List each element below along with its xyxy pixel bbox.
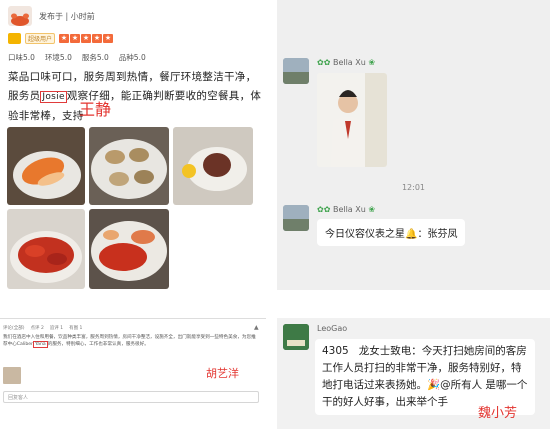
star-icon: ★	[59, 34, 70, 43]
review-photo[interactable]	[89, 127, 169, 205]
score-service: 服务5.0	[81, 53, 109, 62]
shared-photo[interactable]	[317, 73, 387, 167]
message-text: ：张芬凤	[417, 229, 458, 240]
review-photo[interactable]	[7, 127, 85, 205]
review-card: 发布于 | 小时前 超级用户 ★ ★ ★ ★ ★ 口味5.0 环境5.0 服务5…	[0, 0, 268, 305]
review-username: 发布于 | 小时前	[39, 11, 95, 21]
sender-name: LeoGao	[317, 324, 348, 333]
badge-label: 超级用户	[25, 33, 56, 44]
highlighted-staff-name: Josie	[40, 91, 67, 103]
tab-with-photos[interactable]: 有图 1	[69, 325, 82, 331]
staff-annotation: 王静	[79, 100, 112, 119]
bell-icon: 🔔	[405, 229, 418, 240]
chat-window: ✿✿ Bella Xu ❀ 12:01 ✿✿ Bella Xu ❀ 今日仪容仪表…	[277, 0, 550, 290]
tab-followup[interactable]: 追评 1	[50, 325, 63, 331]
score-variety: 品种5.0	[118, 53, 146, 62]
lobster-avatar-icon	[11, 13, 29, 26]
guest-review-text: 我们在酒店中入住和用餐，饮品种类丰富，服务周到热情，房间干净整洁，设施齐全，出门…	[3, 335, 259, 348]
review-text-part: 的服务，特别细心，工作也非常认真，服务很好。	[47, 341, 149, 347]
avatar[interactable]	[283, 205, 309, 231]
leaf-icon: ❀	[368, 58, 376, 67]
message-bubble[interactable]: 今日仪容仪表之星🔔：张芬凤	[317, 219, 466, 246]
user-level-badge: 超级用户 ★ ★ ★ ★ ★	[8, 33, 114, 44]
review-thumbnail[interactable]	[3, 367, 21, 384]
sort-icon[interactable]: ▲	[254, 324, 259, 331]
star-icon: ★	[81, 34, 92, 43]
review-photo[interactable]	[89, 209, 169, 289]
review-photo[interactable]	[173, 127, 253, 205]
leaf-icon: ✿✿	[317, 58, 331, 67]
tab-all[interactable]: 评论(全部)	[3, 325, 25, 331]
reply-input[interactable]: 回复客人	[3, 391, 259, 403]
review-management-panel: 评论(全部) 点评 2 追评 1 有图 1 ▲ 我们在酒店中入住和用餐，饮品种类…	[0, 318, 266, 406]
review-photo-grid	[7, 127, 253, 289]
review-text: 菜品口味可口，服务周到热情，餐厅环境整洁干净，服务员 Josie 观察仔细，能正确判…	[8, 68, 266, 126]
score-taste: 口味5.0	[8, 53, 35, 62]
avatar[interactable]	[283, 324, 309, 350]
sender-name: ✿✿ Bella Xu ❀	[317, 205, 375, 214]
highlighted-staff-name: Yana	[33, 340, 48, 348]
staff-annotation: 胡艺洋	[206, 367, 239, 380]
star-icon: ★	[103, 34, 114, 43]
review-header: 发布于 | 小时前	[8, 6, 95, 26]
review-tabs: 评论(全部) 点评 2 追评 1 有图 1	[3, 325, 82, 331]
message-text: 龙女士致电：今天打扫她房间的客房工作人员打扫的非常干净，服务特别好，特地打电话过…	[322, 345, 528, 408]
review-scores: 口味5.0 环境5.0 服务5.0 品种5.0	[8, 52, 146, 63]
room-number: 4305	[322, 345, 349, 357]
avatar[interactable]	[283, 58, 309, 84]
rating-stars: ★ ★ ★ ★ ★	[59, 34, 114, 43]
timestamp: 12:01	[401, 183, 426, 192]
message-text: 今日仪容仪表之星	[325, 229, 405, 240]
review-photo[interactable]	[7, 209, 85, 289]
sender-name-text: Bella Xu	[332, 205, 366, 214]
score-environment: 环境5.0	[44, 53, 72, 62]
tab-reviews[interactable]: 点评 2	[31, 325, 44, 331]
star-icon: ★	[92, 34, 103, 43]
crown-icon	[8, 33, 21, 44]
sender-name: ✿✿ Bella Xu ❀	[317, 58, 375, 67]
user-avatar[interactable]	[8, 6, 32, 26]
leaf-icon: ❀	[368, 205, 376, 214]
staff-annotation: 魏小芳	[478, 406, 518, 421]
sender-name-text: Bella Xu	[332, 58, 366, 67]
star-icon: ★	[70, 34, 81, 43]
leaf-icon: ✿✿	[317, 205, 331, 214]
